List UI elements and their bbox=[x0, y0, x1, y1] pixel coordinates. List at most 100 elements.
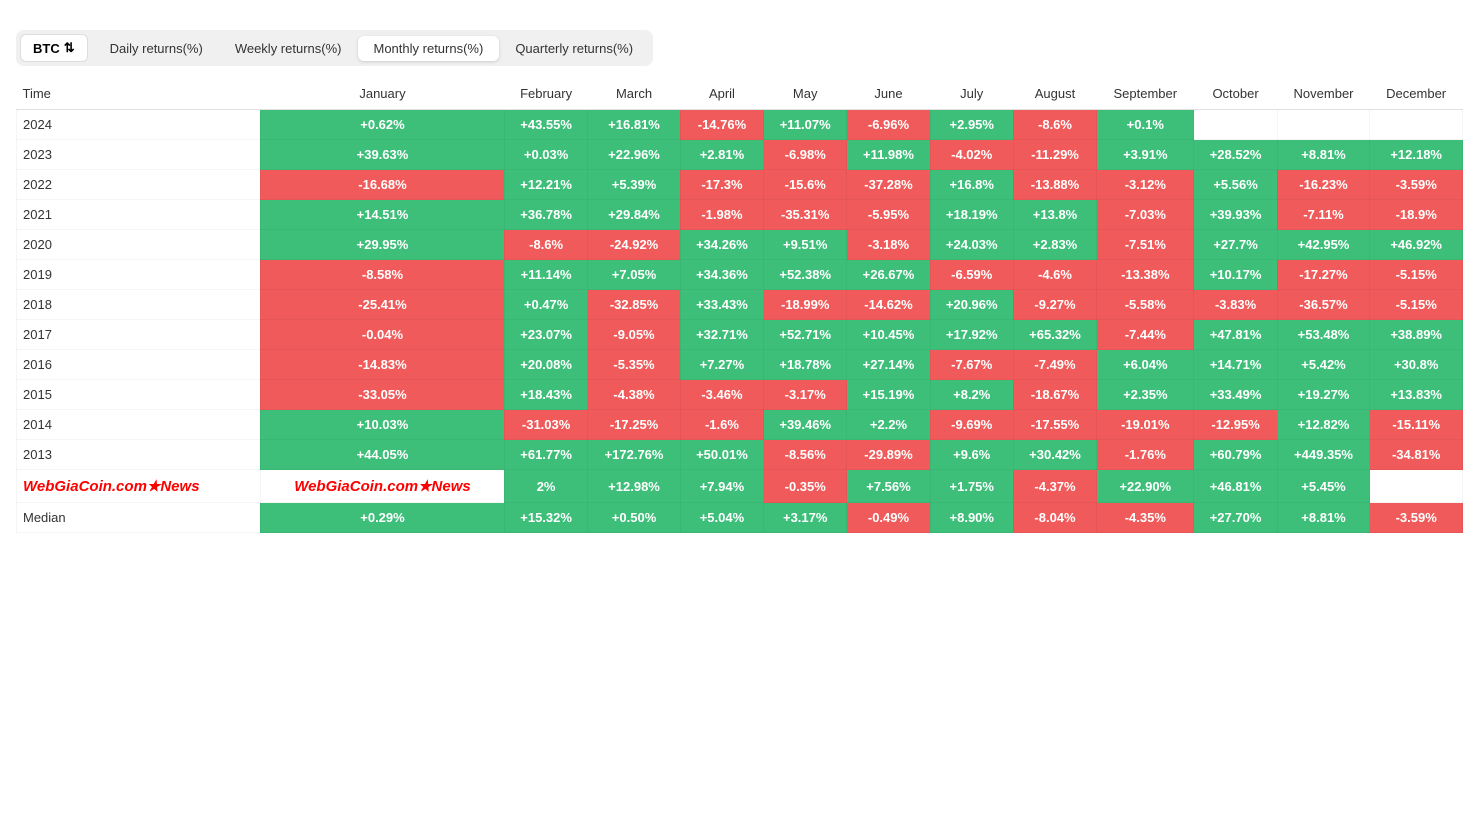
year-cell: 2014 bbox=[17, 410, 261, 440]
data-cell: +2.2% bbox=[847, 410, 930, 440]
data-cell: +2.95% bbox=[930, 110, 1013, 140]
data-cell: -3.18% bbox=[847, 230, 930, 260]
data-cell: -3.46% bbox=[680, 380, 763, 410]
col-header-june: June bbox=[847, 78, 930, 110]
data-cell: +8.81% bbox=[1277, 140, 1370, 170]
tab-quarterly[interactable]: Quarterly returns(%) bbox=[499, 36, 649, 61]
data-cell: +50.01% bbox=[680, 440, 763, 470]
col-header-october: October bbox=[1194, 78, 1277, 110]
data-cell: +34.36% bbox=[680, 260, 763, 290]
data-cell: -0.04% bbox=[260, 320, 504, 350]
coin-selector[interactable]: BTC ⇅ bbox=[20, 34, 88, 62]
data-cell bbox=[1370, 110, 1463, 140]
col-header-march: March bbox=[588, 78, 681, 110]
table-row: 2020+29.95%-8.6%-24.92%+34.26%+9.51%-3.1… bbox=[17, 230, 1463, 260]
data-cell: +16.81% bbox=[588, 110, 681, 140]
data-cell: +18.19% bbox=[930, 200, 1013, 230]
data-cell: -14.83% bbox=[260, 350, 504, 380]
data-cell: +27.7% bbox=[1194, 230, 1277, 260]
table-row: 2016-14.83%+20.08%-5.35%+7.27%+18.78%+27… bbox=[17, 350, 1463, 380]
data-cell bbox=[1277, 110, 1370, 140]
data-cell: -6.96% bbox=[847, 110, 930, 140]
tab-monthly[interactable]: Monthly returns(%) bbox=[358, 36, 500, 61]
data-cell: +5.45% bbox=[1277, 470, 1370, 503]
data-cell: -4.37% bbox=[1013, 470, 1096, 503]
data-cell: -13.88% bbox=[1013, 170, 1096, 200]
tab-daily[interactable]: Daily returns(%) bbox=[94, 36, 219, 61]
data-cell: -24.92% bbox=[588, 230, 681, 260]
data-cell: -3.59% bbox=[1370, 170, 1463, 200]
data-cell: -17.27% bbox=[1277, 260, 1370, 290]
data-cell: +7.56% bbox=[847, 470, 930, 503]
tab-weekly[interactable]: Weekly returns(%) bbox=[219, 36, 358, 61]
data-cell: -18.67% bbox=[1013, 380, 1096, 410]
data-cell: -3.12% bbox=[1097, 170, 1194, 200]
data-cell: +15.19% bbox=[847, 380, 930, 410]
data-cell: +29.84% bbox=[588, 200, 681, 230]
data-cell: -14.76% bbox=[680, 110, 763, 140]
data-cell: +0.62% bbox=[260, 110, 504, 140]
data-cell: +26.67% bbox=[847, 260, 930, 290]
data-cell: +43.55% bbox=[504, 110, 587, 140]
col-header-time: Time bbox=[17, 78, 261, 110]
data-cell: -6.59% bbox=[930, 260, 1013, 290]
year-cell: 2015 bbox=[17, 380, 261, 410]
year-cell: 2019 bbox=[17, 260, 261, 290]
data-cell: -17.55% bbox=[1013, 410, 1096, 440]
data-cell: -17.3% bbox=[680, 170, 763, 200]
data-cell: +0.29% bbox=[260, 503, 504, 533]
data-cell: +52.38% bbox=[764, 260, 847, 290]
data-cell: +3.91% bbox=[1097, 140, 1194, 170]
data-cell: +39.93% bbox=[1194, 200, 1277, 230]
data-cell: +8.90% bbox=[930, 503, 1013, 533]
year-cell: Median bbox=[17, 503, 261, 533]
data-cell: +17.92% bbox=[930, 320, 1013, 350]
data-cell: -5.15% bbox=[1370, 260, 1463, 290]
data-cell: +5.42% bbox=[1277, 350, 1370, 380]
data-cell: -13.38% bbox=[1097, 260, 1194, 290]
data-cell: +65.32% bbox=[1013, 320, 1096, 350]
data-cell: 2% bbox=[504, 470, 587, 503]
year-cell: 2022 bbox=[17, 170, 261, 200]
data-cell: -0.35% bbox=[764, 470, 847, 503]
data-cell: +10.17% bbox=[1194, 260, 1277, 290]
table-row: 2013+44.05%+61.77%+172.76%+50.01%-8.56%-… bbox=[17, 440, 1463, 470]
data-cell: WebGiaCoin.com★News bbox=[260, 470, 504, 503]
data-cell bbox=[1194, 110, 1277, 140]
data-cell: +52.71% bbox=[764, 320, 847, 350]
data-cell: -8.58% bbox=[260, 260, 504, 290]
data-cell: +44.05% bbox=[260, 440, 504, 470]
data-cell: -7.03% bbox=[1097, 200, 1194, 230]
col-header-august: August bbox=[1013, 78, 1096, 110]
table-row: 2021+14.51%+36.78%+29.84%-1.98%-35.31%-5… bbox=[17, 200, 1463, 230]
data-cell: +32.71% bbox=[680, 320, 763, 350]
col-header-july: July bbox=[930, 78, 1013, 110]
data-cell: -1.98% bbox=[680, 200, 763, 230]
data-cell: -31.03% bbox=[504, 410, 587, 440]
data-cell: +24.03% bbox=[930, 230, 1013, 260]
year-cell: 2017 bbox=[17, 320, 261, 350]
data-cell: +5.04% bbox=[680, 503, 763, 533]
data-cell: +18.43% bbox=[504, 380, 587, 410]
data-cell: -7.67% bbox=[930, 350, 1013, 380]
data-cell: +42.95% bbox=[1277, 230, 1370, 260]
data-cell: +13.8% bbox=[1013, 200, 1096, 230]
data-cell: +23.07% bbox=[504, 320, 587, 350]
data-cell: -3.17% bbox=[764, 380, 847, 410]
data-cell: +7.27% bbox=[680, 350, 763, 380]
data-cell: +2.35% bbox=[1097, 380, 1194, 410]
table-row: Median+0.29%+15.32%+0.50%+5.04%+3.17%-0.… bbox=[17, 503, 1463, 533]
data-cell: -18.99% bbox=[764, 290, 847, 320]
data-cell: -25.41% bbox=[260, 290, 504, 320]
data-cell: -16.23% bbox=[1277, 170, 1370, 200]
col-header-may: May bbox=[764, 78, 847, 110]
col-header-february: February bbox=[504, 78, 587, 110]
data-cell: +10.03% bbox=[260, 410, 504, 440]
data-cell: -7.44% bbox=[1097, 320, 1194, 350]
data-cell: +30.42% bbox=[1013, 440, 1096, 470]
year-cell: 2023 bbox=[17, 140, 261, 170]
data-cell: +2.83% bbox=[1013, 230, 1096, 260]
data-cell: -5.95% bbox=[847, 200, 930, 230]
data-cell: +9.51% bbox=[764, 230, 847, 260]
year-cell: 2024 bbox=[17, 110, 261, 140]
